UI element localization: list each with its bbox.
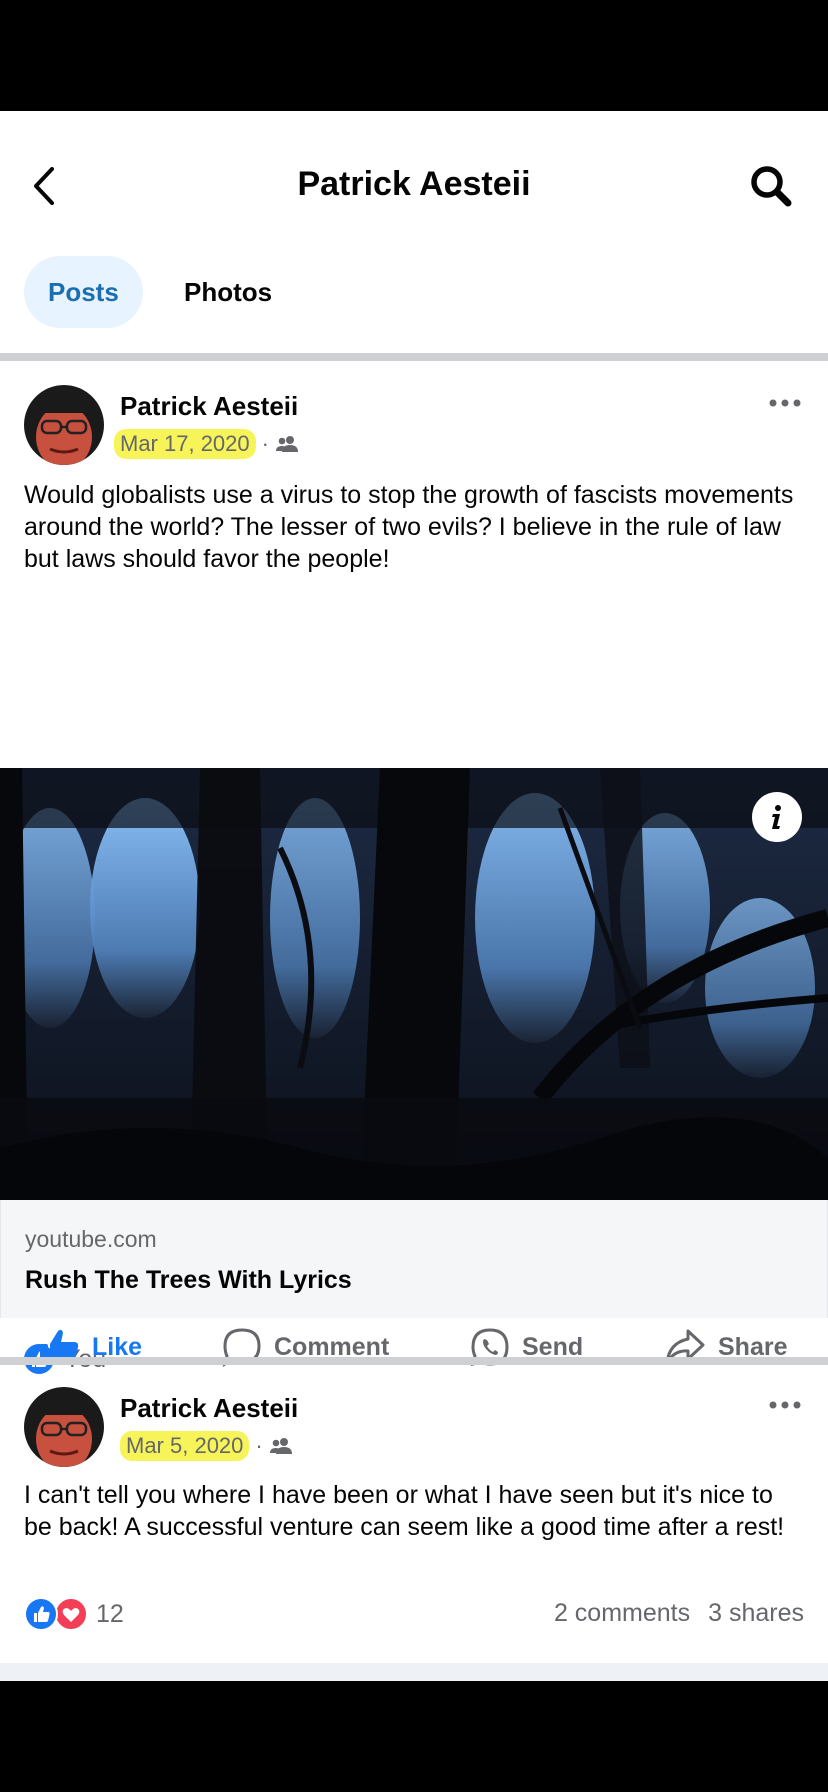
avatar[interactable] <box>24 385 104 465</box>
tab-photos[interactable]: Photos <box>160 256 296 328</box>
post-date[interactable]: Mar 17, 2020 <box>114 429 256 459</box>
link-domain: youtube.com <box>25 1226 157 1252</box>
meta-separator: · <box>261 431 269 456</box>
post-stats: 2 comments 3 shares <box>554 1599 804 1628</box>
section-divider <box>0 353 828 361</box>
post-card: Patrick Aesteii Mar 5, 2020 · I can't te… <box>0 1365 828 1665</box>
reaction-summary[interactable]: 12 <box>24 1597 124 1631</box>
link-preview-card[interactable]: youtube.com Rush The Trees With Lyrics <box>0 1200 828 1318</box>
post-author[interactable]: Patrick Aesteii <box>120 391 298 422</box>
comments-count[interactable]: 2 comments <box>554 1599 690 1628</box>
more-dots-icon <box>769 399 801 407</box>
tab-posts[interactable]: Posts <box>24 256 143 328</box>
more-dots-icon <box>769 1401 801 1409</box>
friends-icon <box>275 436 298 452</box>
post-card: Patrick Aesteii Mar 17, 2020 · Would glo… <box>0 361 828 1374</box>
more-options-button[interactable] <box>765 1395 805 1415</box>
profile-posts-page: Patrick Aesteii Posts Photos Patrick Aes… <box>0 111 828 1681</box>
section-divider <box>0 1357 828 1365</box>
post-text: I can't tell you where I have been or wh… <box>24 1481 785 1541</box>
forest-thumbnail <box>0 768 828 1200</box>
info-button[interactable] <box>752 792 802 842</box>
link-title: Rush The Trees With Lyrics <box>25 1266 352 1294</box>
post-text: Would globalists use a virus to stop the… <box>24 481 794 573</box>
shares-count[interactable]: 3 shares <box>708 1599 804 1628</box>
meta-separator: · <box>255 1433 263 1458</box>
link-preview-image[interactable] <box>0 768 828 1200</box>
friends-icon <box>269 1438 292 1454</box>
avatar-image <box>24 1387 104 1467</box>
page-title: Patrick Aesteii <box>297 165 531 203</box>
search-button[interactable] <box>748 163 794 209</box>
like-reaction-icon <box>24 1597 58 1631</box>
next-post-edge <box>0 1663 828 1681</box>
more-options-button[interactable] <box>765 393 805 413</box>
header-bar: Patrick Aesteii Posts Photos <box>0 111 828 328</box>
post-meta: Mar 5, 2020 · <box>120 1431 293 1461</box>
avatar-image <box>24 385 104 465</box>
search-icon <box>751 166 792 207</box>
profile-tabs: Posts Photos <box>0 256 828 336</box>
reaction-count: 12 <box>96 1599 124 1628</box>
info-icon <box>772 805 781 829</box>
post-date[interactable]: Mar 5, 2020 <box>120 1431 250 1461</box>
avatar[interactable] <box>24 1387 104 1467</box>
post-author[interactable]: Patrick Aesteii <box>120 1393 298 1424</box>
post-meta: Mar 17, 2020 · <box>114 429 299 459</box>
love-reaction-icon <box>54 1597 88 1631</box>
